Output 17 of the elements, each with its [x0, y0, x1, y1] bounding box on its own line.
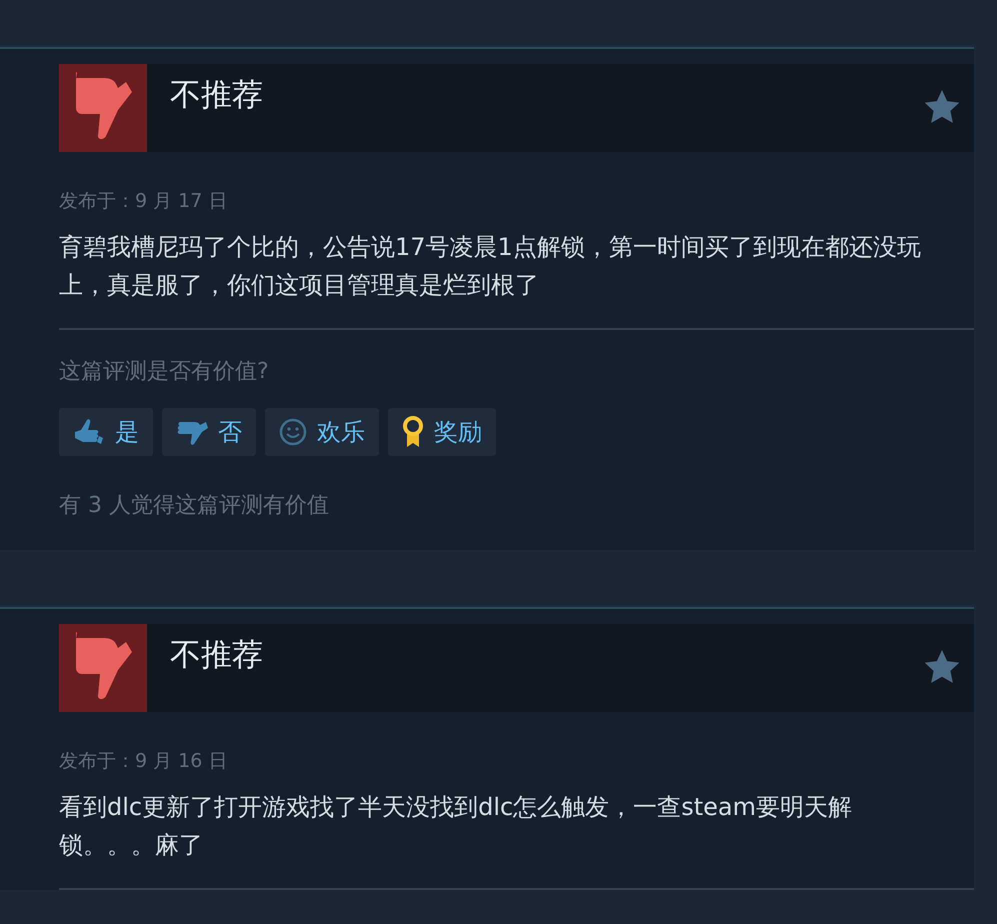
verdict-title: 不推荐 — [170, 76, 263, 115]
posted-date: 发布于：9 月 17 日 — [59, 189, 228, 214]
verdict-title: 不推荐 — [170, 636, 263, 675]
vote-button[interactable]: 欢乐 — [265, 408, 379, 456]
award-icon — [402, 416, 424, 448]
thumbs-up-icon — [73, 418, 105, 446]
smiley-icon — [279, 418, 307, 446]
star-icon[interactable] — [924, 650, 960, 684]
vote-button[interactable]: 是 — [59, 408, 153, 456]
helpful-prompt: 这篇评测是否有价值? — [59, 358, 270, 386]
review-text: 育碧我槽尼玛了个比的，公告说17号凌晨1点解锁，第一时间买了到现在都还没玩上，真是服了，你们这项目管理真是烂到根了 — [59, 232, 922, 301]
review-text: 看到dlc更新了打开游戏找了半天没找到dlc怎么触发，一查steam要明天解锁。。。麻了 — [59, 792, 853, 861]
posted-date: 发布于：9 月 16 日 — [59, 749, 228, 774]
star-icon[interactable] — [924, 90, 960, 124]
vote-button[interactable]: 否 — [162, 408, 256, 456]
vote-button[interactable]: 奖励 — [388, 408, 496, 456]
helpful-count: 有 3 人觉得这篇评测有价值 — [59, 492, 330, 520]
